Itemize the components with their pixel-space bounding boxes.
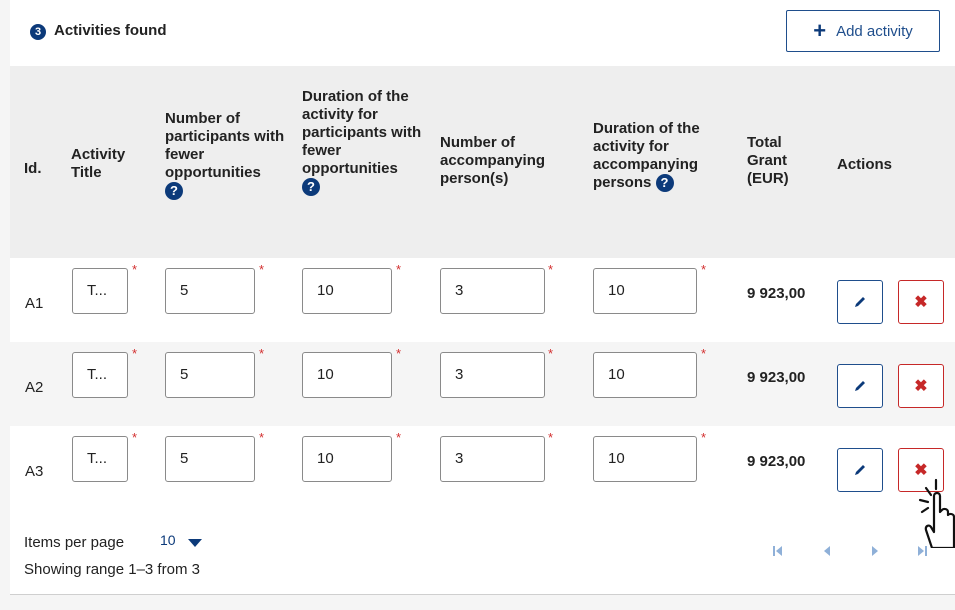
required-marker: * — [259, 430, 265, 445]
caret-down-icon[interactable] — [188, 539, 202, 547]
header-duration-accompanying-label: Duration of the activity for accompanyin… — [593, 120, 700, 191]
required-marker: * — [259, 346, 265, 361]
required-marker: * — [701, 262, 707, 277]
close-icon: ✖ — [914, 378, 928, 395]
count-badge: 3 — [30, 24, 46, 40]
total-grant-value: 9 923,00 — [747, 285, 806, 302]
edit-button[interactable] — [837, 448, 883, 492]
prev-page-icon[interactable] — [822, 544, 832, 558]
help-icon[interactable]: ? — [655, 174, 674, 193]
pencil-icon — [855, 381, 865, 391]
table-row: A3 T... * 5 * 10 * 3 * 10 * 9 923,00 ✖ — [10, 426, 955, 510]
header-accompanying: Number of accompanying person(s) — [440, 134, 546, 187]
delete-button[interactable]: ✖ — [898, 364, 944, 408]
required-marker: * — [396, 346, 402, 361]
activities-found-title: Activities found — [54, 22, 167, 39]
duration-participants-input[interactable]: 10 — [302, 352, 392, 398]
accompanying-input[interactable]: 3 — [440, 352, 545, 398]
activities-card: 3 Activities found + Add activity Id. Ac… — [10, 0, 955, 595]
header-activity-title: Activity Title — [71, 146, 126, 181]
activity-title-input[interactable]: T... — [72, 352, 128, 398]
accompanying-input[interactable]: 3 — [440, 436, 545, 482]
plus-icon: + — [813, 18, 827, 43]
required-marker: * — [132, 430, 138, 445]
duration-accompanying-input[interactable]: 10 — [593, 268, 697, 314]
table-toolbar: 3 Activities found + Add activity — [10, 0, 955, 66]
delete-button[interactable]: ✖ — [898, 280, 944, 324]
items-per-page-select[interactable]: 10 — [160, 532, 176, 548]
table-footer: Items per page 10 Showing range 1–3 from… — [10, 510, 955, 594]
duration-participants-input[interactable]: 10 — [302, 436, 392, 482]
total-grant-value: 9 923,00 — [747, 453, 806, 470]
participants-input[interactable]: 5 — [165, 268, 255, 314]
required-marker: * — [548, 430, 554, 445]
row-id: A2 — [25, 379, 44, 396]
items-per-page-label: Items per page — [24, 534, 125, 551]
participants-input[interactable]: 5 — [165, 352, 255, 398]
header-id: Id. — [24, 160, 42, 177]
participants-input[interactable]: 5 — [165, 436, 255, 482]
hand-pointer-icon — [918, 478, 955, 548]
table-row: A1 T... * 5 * 10 * 3 * 10 * 9 923,00 ✖ — [10, 258, 955, 342]
close-icon: ✖ — [914, 462, 928, 479]
required-marker: * — [396, 262, 402, 277]
required-marker: * — [396, 430, 402, 445]
next-page-icon[interactable] — [870, 544, 880, 558]
duration-participants-input[interactable]: 10 — [302, 268, 392, 314]
activity-title-input[interactable]: T... — [72, 268, 128, 314]
edit-button[interactable] — [837, 280, 883, 324]
header-participants-label: Number of participants with fewer opport… — [165, 110, 285, 181]
required-marker: * — [701, 346, 707, 361]
required-marker: * — [548, 262, 554, 277]
table-header: Id. Activity Title Number of participant… — [10, 66, 955, 258]
pencil-icon — [855, 297, 865, 307]
row-id: A3 — [25, 463, 44, 480]
help-icon[interactable]: ? — [165, 182, 183, 201]
header-total-grant: Total Grant (EUR) — [747, 134, 789, 187]
help-icon[interactable]: ? — [302, 178, 320, 197]
table-row: A2 T... * 5 * 10 * 3 * 10 * 9 923,00 ✖ — [10, 342, 955, 426]
edit-button[interactable] — [837, 364, 883, 408]
duration-accompanying-input[interactable]: 10 — [593, 352, 697, 398]
required-marker: * — [701, 430, 707, 445]
header-participants: Number of participants with fewer opport… — [165, 110, 290, 201]
required-marker: * — [548, 346, 554, 361]
range-text: Showing range 1–3 from 3 — [24, 561, 200, 578]
required-marker: * — [259, 262, 265, 277]
required-marker: * — [132, 346, 138, 361]
header-actions: Actions — [837, 156, 893, 173]
header-duration-participants-label: Duration of the activity for participant… — [302, 88, 422, 177]
required-marker: * — [132, 262, 138, 277]
pencil-icon — [855, 465, 865, 475]
header-duration-participants: Duration of the activity for participant… — [302, 88, 422, 197]
add-activity-label: Add activity — [836, 22, 913, 40]
accompanying-input[interactable]: 3 — [440, 268, 545, 314]
first-page-icon[interactable] — [772, 544, 784, 558]
close-icon: ✖ — [914, 294, 928, 311]
row-id: A1 — [25, 295, 44, 312]
total-grant-value: 9 923,00 — [747, 369, 806, 386]
add-activity-button[interactable]: + Add activity — [786, 10, 940, 52]
header-duration-accompanying: Duration of the activity for accompanyin… — [593, 120, 723, 193]
activity-title-input[interactable]: T... — [72, 436, 128, 482]
duration-accompanying-input[interactable]: 10 — [593, 436, 697, 482]
